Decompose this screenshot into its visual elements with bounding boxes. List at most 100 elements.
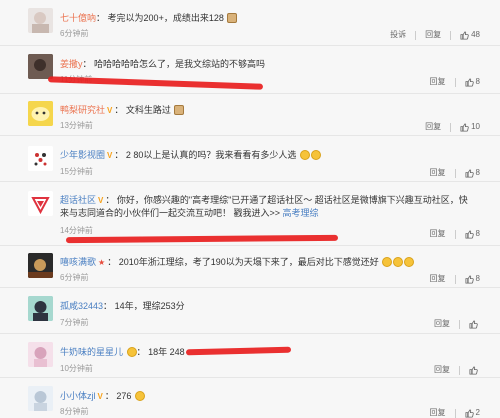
avatar-image xyxy=(28,342,53,367)
reply-button[interactable]: 回复 xyxy=(434,319,450,329)
username-link[interactable]: 少年影视圈 xyxy=(60,150,105,160)
like-count: 8 xyxy=(475,229,480,238)
thumbs-up-icon xyxy=(460,30,469,40)
reply-button[interactable]: 回复 xyxy=(430,274,446,284)
comment-actions: 回复 8 xyxy=(421,229,480,239)
comment-actions: 回复 2 xyxy=(421,408,480,418)
like-count: 8 xyxy=(475,77,480,86)
verified-badge: V xyxy=(98,196,104,205)
reply-button[interactable]: 回复 xyxy=(430,229,446,239)
divider xyxy=(459,319,460,329)
like-button[interactable]: 8 xyxy=(465,77,480,87)
verified-badge: V xyxy=(107,151,113,160)
avatar-image xyxy=(28,54,53,79)
like-button[interactable]: 48 xyxy=(460,30,480,40)
laughing-emoji-icon xyxy=(404,257,415,267)
like-count: 2 xyxy=(475,408,480,417)
comment-row: 鸭梨研究社 V： 文科生路过 13分钟前 回复 10 xyxy=(0,94,500,136)
like-button[interactable] xyxy=(469,319,480,329)
topic-link[interactable]: 高考理综 xyxy=(283,208,319,218)
reply-button[interactable]: 回复 xyxy=(425,122,441,132)
reply-button[interactable]: 回复 xyxy=(430,408,446,418)
avatar[interactable] xyxy=(28,54,53,79)
laughing-emoji-icon xyxy=(299,150,310,160)
like-count: 8 xyxy=(475,168,480,177)
timestamp: 14分钟前 xyxy=(60,226,93,235)
thumbs-up-icon xyxy=(469,365,478,375)
divider xyxy=(454,408,456,418)
comment-row: 牛奶味的星星儿 ： 18年 248 10分钟前 回复 xyxy=(0,334,500,378)
username-link[interactable]: 超话社区 xyxy=(60,195,96,205)
username-link[interactable]: 小小体zjl xyxy=(60,391,96,401)
thumbs-up-icon xyxy=(465,408,474,418)
avatar[interactable] xyxy=(28,146,53,171)
verified-badge: V xyxy=(97,392,103,401)
like-button[interactable]: 10 xyxy=(460,122,480,132)
divider xyxy=(454,77,456,87)
comment-actions: 投诉 回复 48 xyxy=(381,30,480,40)
divider xyxy=(415,30,417,40)
reply-button[interactable]: 回复 xyxy=(430,168,446,178)
comment-actions: 回复 8 xyxy=(421,77,480,87)
avatar-image xyxy=(28,101,53,126)
laughing-emoji-icon xyxy=(382,257,393,267)
like-button[interactable]: 2 xyxy=(465,408,480,418)
comment-text: 14年，理综253分 xyxy=(114,301,185,311)
username-link[interactable]: 姜撒y xyxy=(60,59,83,69)
comment-row: 七十億吶： 考完以为200+，成绩出来128 6分钟前 投诉 回复 48 xyxy=(0,0,500,46)
avatar-image xyxy=(28,191,53,216)
thumbs-up-icon xyxy=(465,77,474,87)
username-link[interactable]: 牛奶味的星星儿 xyxy=(60,347,123,357)
reply-button[interactable]: 回复 xyxy=(434,365,450,375)
username-link[interactable]: 鸭梨研究社 xyxy=(60,105,105,115)
report-button[interactable]: 投诉 xyxy=(390,30,406,40)
avatar[interactable] xyxy=(28,296,53,321)
comment-text: 2010年浙江理综，考了190以为天塌下来了，最后对比下感觉还好 xyxy=(118,257,379,267)
avatar-image xyxy=(28,146,53,171)
comment-line: 少年影视圈 V： 2 80以上是认真的吗？我来看看有多少人选 xyxy=(60,149,480,162)
avatar[interactable] xyxy=(28,101,53,126)
avatar-image xyxy=(28,296,53,321)
comment-text: 你好，你感兴趣的"高考理综"已开通了超话社区～ 超话社区是微博旗下兴趣互动社区，… xyxy=(60,195,468,218)
comment-line: 小小体zjl V： 276 xyxy=(60,390,480,403)
comment-text: 哈哈哈哈哈怎么了，是我文综站的不够高吗 xyxy=(94,59,266,69)
divider xyxy=(454,168,456,178)
timestamp: 6分钟前 xyxy=(60,29,89,38)
avatar-image xyxy=(28,386,53,411)
like-button[interactable]: 8 xyxy=(465,168,480,178)
thumbs-up-icon xyxy=(465,168,474,178)
comment-actions: 回复 10 xyxy=(416,122,480,132)
like-button[interactable]: 8 xyxy=(465,229,480,239)
like-count: 8 xyxy=(475,274,480,283)
reply-button[interactable]: 回复 xyxy=(425,30,441,40)
divider xyxy=(454,274,456,284)
avatar[interactable] xyxy=(28,8,53,33)
divider xyxy=(454,229,456,239)
divider xyxy=(450,122,452,132)
username-link[interactable]: 孤咸32443 xyxy=(60,301,103,311)
star-badge-icon: ★ xyxy=(98,258,106,267)
avatar[interactable] xyxy=(28,253,53,278)
thumbs-up-icon xyxy=(465,229,474,239)
username-link[interactable]: 嘻咳满歌 xyxy=(60,257,96,267)
comment-text: 18年 248 xyxy=(148,347,185,357)
timestamp: 6分钟前 xyxy=(60,273,89,282)
laughing-emoji-icon xyxy=(393,257,404,267)
emoji-icon xyxy=(126,347,137,357)
avatar[interactable] xyxy=(28,191,53,216)
timestamp: 13分钟前 xyxy=(60,121,93,130)
like-button[interactable]: 8 xyxy=(465,274,480,284)
comment-list: 七十億吶： 考完以为200+，成绩出来128 6分钟前 投诉 回复 48 姜撒y… xyxy=(0,0,500,418)
timestamp: 10分钟前 xyxy=(60,364,93,373)
like-button[interactable] xyxy=(469,365,480,375)
username-link[interactable]: 七十億吶 xyxy=(60,13,96,23)
avatar[interactable] xyxy=(28,342,53,367)
reply-button[interactable]: 回复 xyxy=(430,77,446,87)
comment-row: 孤咸32443： 14年，理综253分 7分钟前 回复 xyxy=(0,288,500,334)
comment-actions: 回复 8 xyxy=(421,274,480,284)
comment-actions: 回复 xyxy=(425,319,480,329)
avatar[interactable] xyxy=(28,386,53,411)
doge-emoji-icon xyxy=(174,105,185,115)
avatar-image xyxy=(28,253,53,278)
avatar-image xyxy=(32,12,49,33)
